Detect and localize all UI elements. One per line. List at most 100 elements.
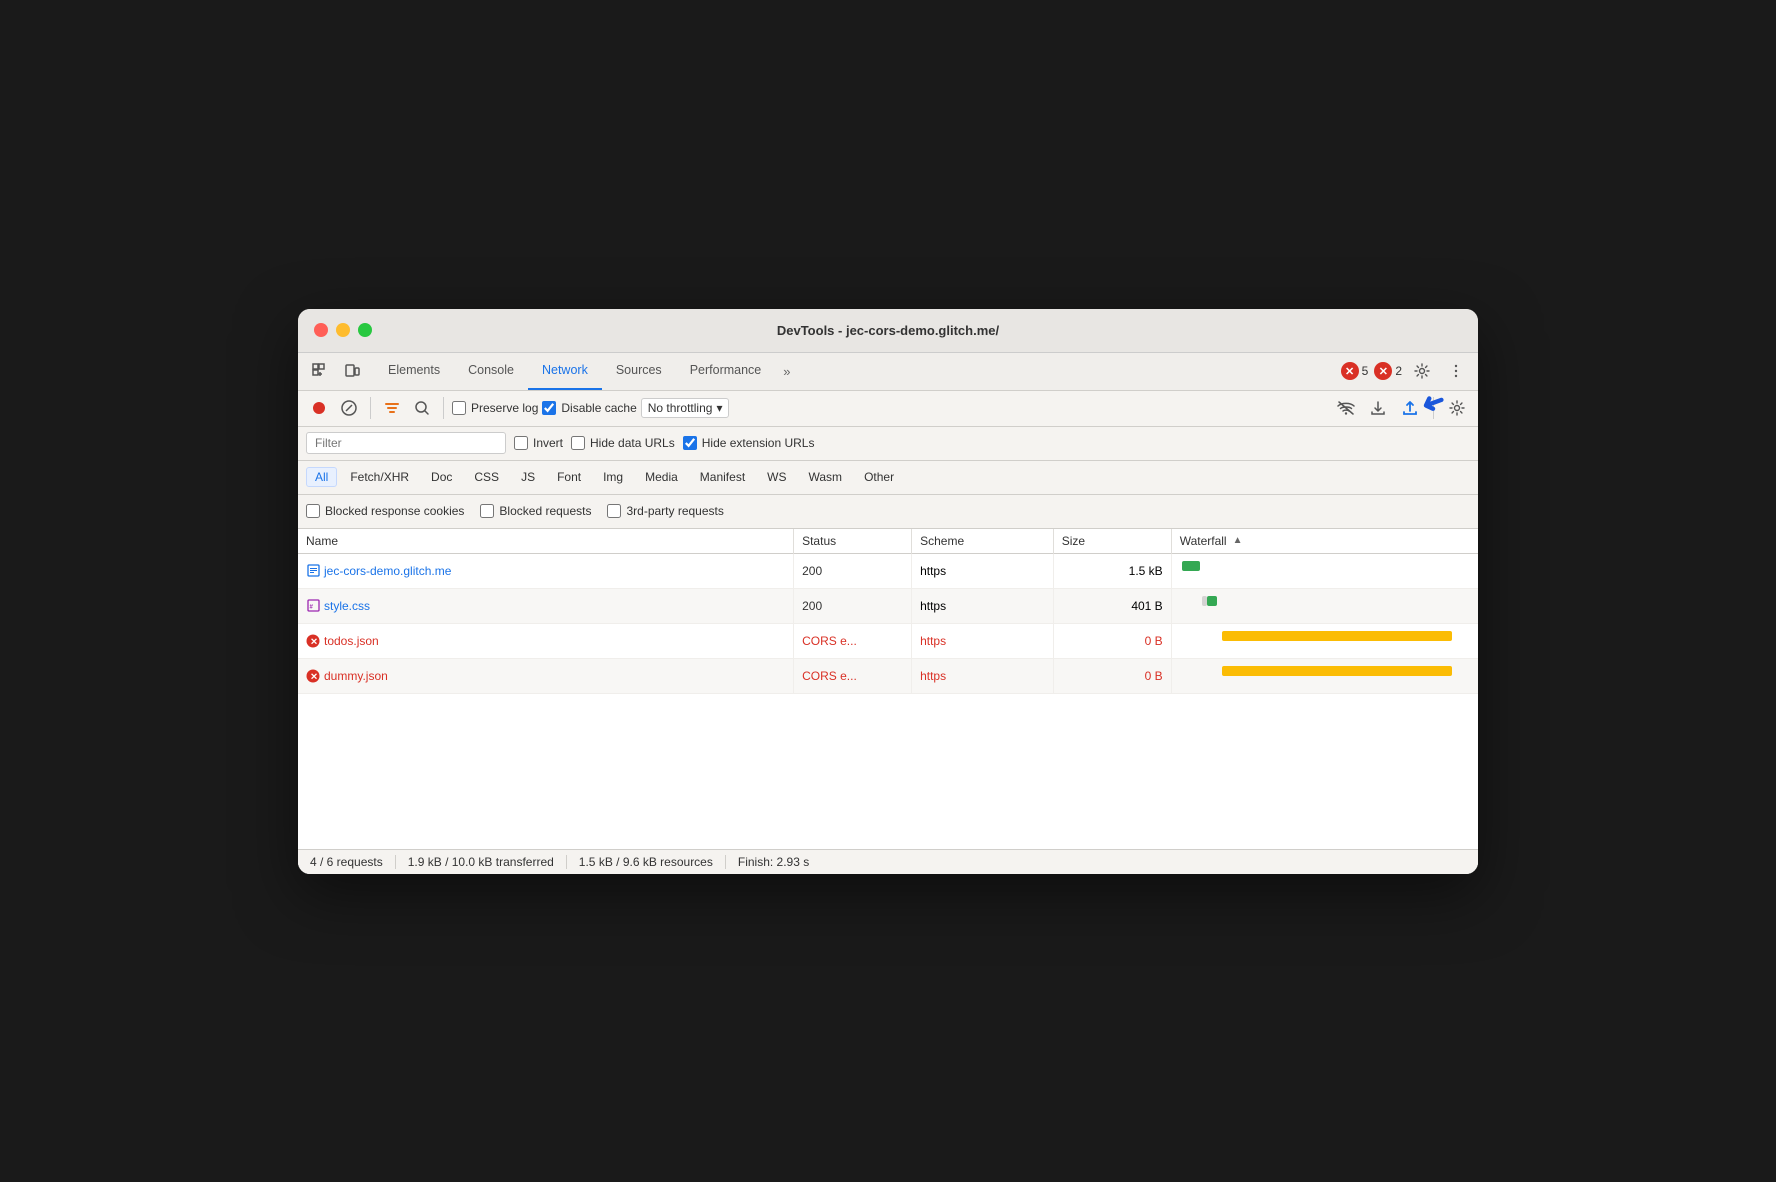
table-body: jec-cors-demo.glitch.me 200 https 1.5 kB [298, 553, 1478, 693]
error-icon-1: ✕ [1341, 362, 1359, 380]
tab-network[interactable]: Network [528, 352, 602, 390]
import-icon[interactable] [1397, 395, 1423, 421]
table-row[interactable]: # style.css 200 https 401 B [298, 588, 1478, 623]
col-status[interactable]: Status [794, 529, 912, 554]
filter-input[interactable] [306, 432, 506, 454]
tab-elements[interactable]: Elements [374, 352, 454, 390]
table-row[interactable]: ✕ todos.json CORS e... https 0 B [298, 623, 1478, 658]
disable-cache-checkbox-label[interactable]: Disable cache [542, 401, 636, 415]
more-options-icon[interactable] [1442, 357, 1470, 385]
type-filter-other[interactable]: Other [855, 467, 903, 487]
export-icon[interactable] [1365, 395, 1391, 421]
hide-extension-urls-checkbox-label[interactable]: Hide extension URLs [683, 436, 815, 450]
col-name[interactable]: Name [298, 529, 794, 554]
svg-text:#: # [309, 605, 313, 611]
type-filter-media[interactable]: Media [636, 467, 687, 487]
col-waterfall[interactable]: Waterfall ▲ [1171, 529, 1478, 554]
tab-console[interactable]: Console [454, 352, 528, 390]
hide-data-urls-checkbox-label[interactable]: Hide data URLs [571, 436, 675, 450]
settings-icon[interactable] [1408, 357, 1436, 385]
filter-icon[interactable] [379, 395, 405, 421]
name-cell: ✕ todos.json [298, 623, 794, 658]
blocked-requests-label[interactable]: Blocked requests [480, 504, 591, 518]
traffic-lights [314, 323, 372, 337]
size-cell: 0 B [1053, 658, 1171, 693]
scheme-cell: https [912, 623, 1054, 658]
col-size[interactable]: Size [1053, 529, 1171, 554]
devtools-inspect-icon[interactable] [306, 357, 334, 385]
error-badge-2: ✕ 2 [1374, 362, 1402, 380]
type-filter-bar: All Fetch/XHR Doc CSS JS Font Img Media [298, 461, 1478, 495]
search-icon[interactable] [409, 395, 435, 421]
device-toolbar-icon[interactable] [338, 357, 366, 385]
invert-checkbox[interactable] [514, 436, 528, 450]
minimize-button[interactable] [336, 323, 350, 337]
error-icon: ✕ [306, 634, 320, 648]
type-filter-fetch-xhr[interactable]: Fetch/XHR [341, 467, 418, 487]
network-conditions-icon[interactable] [1333, 395, 1359, 421]
table-row[interactable]: jec-cors-demo.glitch.me 200 https 1.5 kB [298, 553, 1478, 588]
waterfall-cell [1171, 658, 1478, 693]
sort-arrow: ▲ [1233, 535, 1243, 546]
size-cell: 1.5 kB [1053, 553, 1171, 588]
blocked-cookies-checkbox[interactable] [306, 504, 320, 518]
preserve-log-checkbox-label[interactable]: Preserve log [452, 401, 538, 415]
status-cell: 200 [794, 588, 912, 623]
type-filter-wasm[interactable]: Wasm [800, 467, 852, 487]
tab-bar: Elements Console Network Sources Perform… [298, 353, 1478, 391]
tab-more-button[interactable]: » [775, 352, 798, 390]
size-cell: 401 B [1053, 588, 1171, 623]
network-table-area: Name Status Scheme Size [298, 529, 1478, 849]
divider-2 [443, 397, 444, 419]
hide-extension-urls-checkbox[interactable] [683, 436, 697, 450]
clear-button[interactable] [336, 395, 362, 421]
divider-1 [370, 397, 371, 419]
waterfall-cell [1171, 623, 1478, 658]
table-row[interactable]: ✕ dummy.json CORS e... https 0 B [298, 658, 1478, 693]
record-button[interactable] [306, 395, 332, 421]
tab-performance[interactable]: Performance [676, 352, 776, 390]
type-filter-doc[interactable]: Doc [422, 467, 461, 487]
table-header: Name Status Scheme Size [298, 529, 1478, 554]
name-cell: # style.css [298, 588, 794, 623]
scheme-cell: https [912, 658, 1054, 693]
devtools-content: Preserve log Disable cache No throttling… [298, 391, 1478, 874]
window-title: DevTools - jec-cors-demo.glitch.me/ [777, 323, 999, 338]
waterfall-cell [1171, 588, 1478, 623]
status-transferred: 1.9 kB / 10.0 kB transferred [396, 855, 567, 869]
type-filter-all[interactable]: All [306, 467, 337, 487]
network-table: Name Status Scheme Size [298, 529, 1478, 694]
type-filter-css[interactable]: CSS [465, 467, 508, 487]
tab-sources[interactable]: Sources [602, 352, 676, 390]
status-cell: 200 [794, 553, 912, 588]
third-party-label[interactable]: 3rd-party requests [607, 504, 723, 518]
close-button[interactable] [314, 323, 328, 337]
error-icon-2: ✕ [1374, 362, 1392, 380]
status-requests: 4 / 6 requests [310, 855, 396, 869]
error-badge-1: ✕ 5 [1341, 362, 1369, 380]
type-filter-font[interactable]: Font [548, 467, 590, 487]
invert-checkbox-label[interactable]: Invert [514, 436, 563, 450]
throttle-select[interactable]: No throttling ▾ [641, 398, 730, 418]
type-filter-js[interactable]: JS [512, 467, 544, 487]
blocked-cookies-label[interactable]: Blocked response cookies [306, 504, 464, 518]
scheme-cell: https [912, 588, 1054, 623]
maximize-button[interactable] [358, 323, 372, 337]
type-filter-manifest[interactable]: Manifest [691, 467, 754, 487]
import-area: ➜ [1397, 395, 1423, 421]
status-bar: 4 / 6 requests 1.9 kB / 10.0 kB transfer… [298, 849, 1478, 874]
status-resources: 1.5 kB / 9.6 kB resources [567, 855, 726, 869]
type-filter-ws[interactable]: WS [758, 467, 795, 487]
col-scheme[interactable]: Scheme [912, 529, 1054, 554]
svg-text:✕: ✕ [310, 636, 318, 646]
size-cell: 0 B [1053, 623, 1171, 658]
disable-cache-checkbox[interactable] [542, 401, 556, 415]
hide-data-urls-checkbox[interactable] [571, 436, 585, 450]
scheme-cell: https [912, 553, 1054, 588]
type-filter-img[interactable]: Img [594, 467, 632, 487]
preserve-log-checkbox[interactable] [452, 401, 466, 415]
network-settings-icon[interactable] [1444, 395, 1470, 421]
third-party-checkbox[interactable] [607, 504, 621, 518]
blocked-requests-checkbox[interactable] [480, 504, 494, 518]
divider-3 [1433, 397, 1434, 419]
